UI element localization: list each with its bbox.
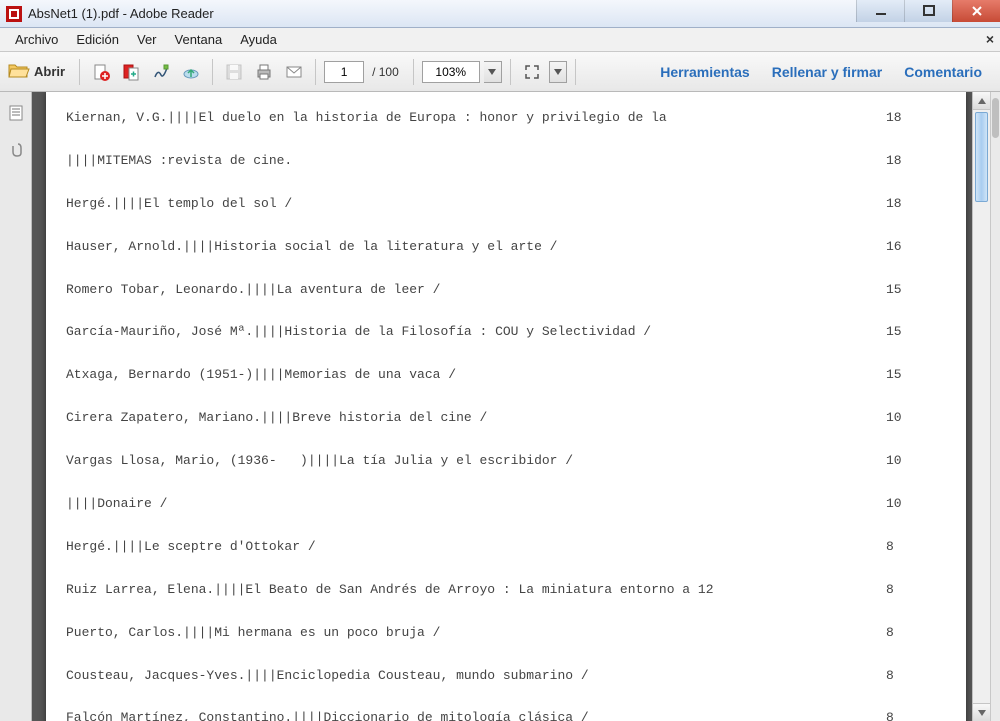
right-panel-links: Herramientas Rellenar y firmar Comentari… <box>660 64 994 80</box>
line-text: Hauser, Arnold.||||Historia social de la… <box>66 239 886 256</box>
email-button[interactable] <box>281 59 307 85</box>
line-text: Cirera Zapatero, Mariano.||||Breve histo… <box>66 410 886 427</box>
scroll-down-arrow[interactable] <box>973 703 990 721</box>
line-text: Kiernan, V.G.||||El duelo en la historia… <box>66 110 886 127</box>
document-close-button[interactable]: × <box>986 31 994 47</box>
line-number: 8 <box>886 539 926 556</box>
line-number: 15 <box>886 324 926 341</box>
window-titlebar: AbsNet1 (1).pdf - Adobe Reader <box>0 0 1000 28</box>
line-number: 8 <box>886 710 926 721</box>
line-number: 15 <box>886 282 926 299</box>
line-number: 10 <box>886 496 926 513</box>
open-button[interactable]: Abrir <box>6 59 71 84</box>
scroll-thumb[interactable] <box>975 112 988 202</box>
outer-scrollbar[interactable] <box>990 92 1000 721</box>
document-viewport[interactable]: Kiernan, V.G.||||El duelo en la historia… <box>32 92 972 721</box>
fit-window-button[interactable] <box>519 59 545 85</box>
document-line: Hauser, Arnold.||||Historia social de la… <box>66 239 926 256</box>
close-button[interactable] <box>952 0 1000 22</box>
document-line: ||||MITEMAS :revista de cine.18 <box>66 153 926 170</box>
line-text: ||||MITEMAS :revista de cine. <box>66 153 886 170</box>
menu-bar: Archivo Edición Ver Ventana Ayuda × <box>0 28 1000 52</box>
menu-ayuda[interactable]: Ayuda <box>231 29 286 50</box>
folder-open-icon <box>8 61 30 82</box>
document-line: Puerto, Carlos.||||Mi hermana es un poco… <box>66 625 926 642</box>
minimize-button[interactable] <box>856 0 904 22</box>
separator <box>212 59 213 85</box>
tools-link[interactable]: Herramientas <box>660 64 750 80</box>
save-button[interactable] <box>221 59 247 85</box>
separator <box>510 59 511 85</box>
sign-button[interactable] <box>148 59 174 85</box>
window-title: AbsNet1 (1).pdf - Adobe Reader <box>28 6 214 21</box>
create-pdf-button[interactable] <box>88 59 114 85</box>
open-label: Abrir <box>34 64 65 79</box>
zoom-value: 103% <box>435 65 466 79</box>
line-number: 18 <box>886 110 926 127</box>
cloud-button[interactable] <box>178 59 204 85</box>
line-text: ||||Donaire / <box>66 496 886 513</box>
line-text: Hergé.||||El templo del sol / <box>66 196 886 213</box>
separator <box>413 59 414 85</box>
outer-scroll-thumb[interactable] <box>992 98 999 138</box>
separator <box>79 59 80 85</box>
document-line: Atxaga, Bernardo (1951-)||||Memorias de … <box>66 367 926 384</box>
line-number: 10 <box>886 453 926 470</box>
line-text: García-Mauriño, José Mª.||||Historia de … <box>66 324 886 341</box>
window-controls <box>856 0 1000 22</box>
document-line: Hergé.||||Le sceptre d'Ottokar /8 <box>66 539 926 556</box>
document-line: Ruiz Larrea, Elena.||||El Beato de San A… <box>66 582 926 599</box>
document-line: García-Mauriño, José Mª.||||Historia de … <box>66 324 926 341</box>
pdf-page: Kiernan, V.G.||||El duelo en la historia… <box>46 92 966 721</box>
vertical-scrollbar[interactable] <box>972 92 990 721</box>
line-text: Ruiz Larrea, Elena.||||El Beato de San A… <box>66 582 886 599</box>
comment-link[interactable]: Comentario <box>904 64 982 80</box>
document-line: Vargas Llosa, Mario, (1936- )||||La tía … <box>66 453 926 470</box>
line-number: 15 <box>886 367 926 384</box>
line-number: 8 <box>886 582 926 599</box>
line-text: Hergé.||||Le sceptre d'Ottokar / <box>66 539 886 556</box>
page-total: / 100 <box>372 65 399 79</box>
view-mode-dropdown[interactable] <box>549 61 567 83</box>
line-number: 16 <box>886 239 926 256</box>
zoom-dropdown[interactable] <box>484 61 502 83</box>
line-text: Falcón Martínez, Constantino.||||Diccion… <box>66 710 886 721</box>
line-text: Puerto, Carlos.||||Mi hermana es un poco… <box>66 625 886 642</box>
menu-edicion[interactable]: Edición <box>67 29 128 50</box>
document-line: Cirera Zapatero, Mariano.||||Breve histo… <box>66 410 926 427</box>
maximize-button[interactable] <box>904 0 952 22</box>
separator <box>315 59 316 85</box>
document-line: Falcón Martínez, Constantino.||||Diccion… <box>66 710 926 721</box>
fill-sign-link[interactable]: Rellenar y firmar <box>772 64 883 80</box>
separator <box>575 59 576 85</box>
menu-ver[interactable]: Ver <box>128 29 166 50</box>
line-number: 8 <box>886 668 926 685</box>
page-number-input[interactable] <box>324 61 364 83</box>
export-pdf-button[interactable] <box>118 59 144 85</box>
navigation-sidebar <box>0 92 32 721</box>
thumbnails-panel-button[interactable] <box>5 102 27 124</box>
document-line: Kiernan, V.G.||||El duelo en la historia… <box>66 110 926 127</box>
scroll-up-arrow[interactable] <box>973 92 990 110</box>
print-button[interactable] <box>251 59 277 85</box>
line-number: 8 <box>886 625 926 642</box>
line-number: 18 <box>886 153 926 170</box>
attachments-panel-button[interactable] <box>5 138 27 160</box>
line-text: Atxaga, Bernardo (1951-)||||Memorias de … <box>66 367 886 384</box>
document-line: Cousteau, Jacques-Yves.||||Enciclopedia … <box>66 668 926 685</box>
document-line: ||||Donaire /10 <box>66 496 926 513</box>
zoom-level[interactable]: 103% <box>422 61 480 83</box>
document-line: Hergé.||||El templo del sol /18 <box>66 196 926 213</box>
line-text: Vargas Llosa, Mario, (1936- )||||La tía … <box>66 453 886 470</box>
toolbar: Abrir / 100 103% Herramientas Re <box>0 52 1000 92</box>
menu-ventana[interactable]: Ventana <box>166 29 232 50</box>
adobe-reader-icon <box>6 6 22 22</box>
line-number: 10 <box>886 410 926 427</box>
document-line: Romero Tobar, Leonardo.||||La aventura d… <box>66 282 926 299</box>
line-number: 18 <box>886 196 926 213</box>
line-text: Romero Tobar, Leonardo.||||La aventura d… <box>66 282 886 299</box>
line-text: Cousteau, Jacques-Yves.||||Enciclopedia … <box>66 668 886 685</box>
workspace: Kiernan, V.G.||||El duelo en la historia… <box>0 92 1000 721</box>
menu-archivo[interactable]: Archivo <box>6 29 67 50</box>
